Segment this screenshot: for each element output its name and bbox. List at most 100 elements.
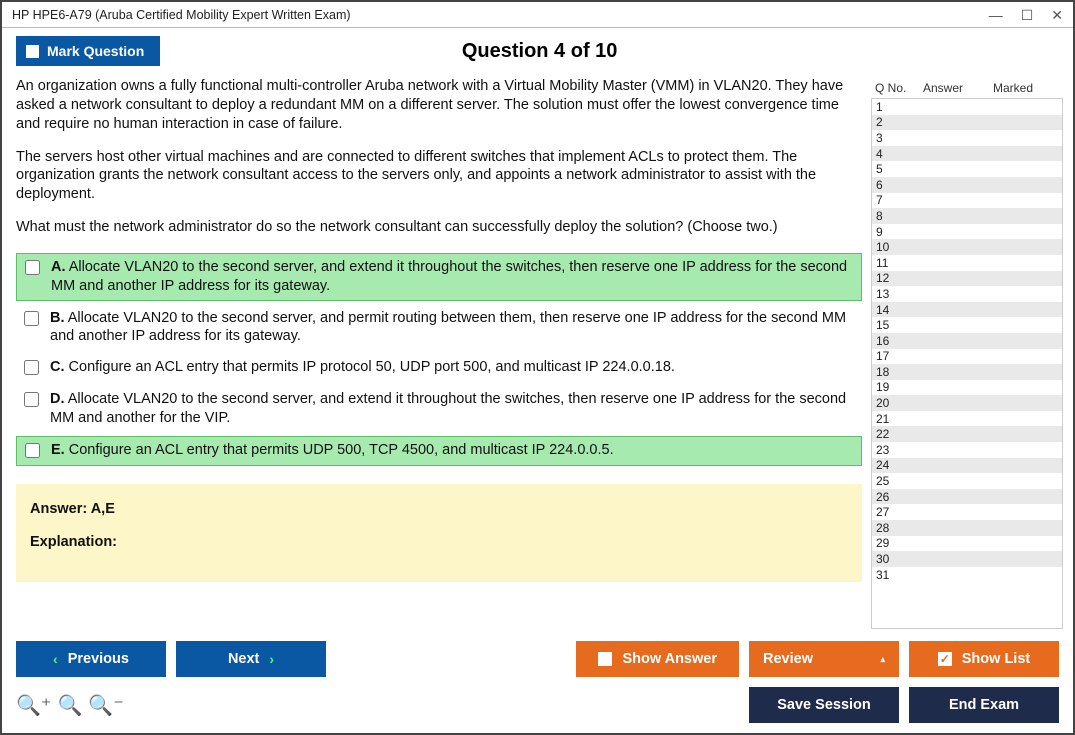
zoom-out-icon[interactable]: 🔍⁻ xyxy=(88,693,123,718)
row-qno: 4 xyxy=(876,147,924,161)
list-row[interactable]: 2 xyxy=(872,115,1062,131)
end-exam-button[interactable]: End Exam xyxy=(909,687,1059,723)
review-button[interactable]: Review ▴ xyxy=(749,641,899,677)
option-a[interactable]: A. Allocate VLAN20 to the second server,… xyxy=(16,253,862,301)
list-row[interactable]: 17 xyxy=(872,349,1062,365)
list-row[interactable]: 15 xyxy=(872,317,1062,333)
footer-row-1: ‹ Previous Next › Show Answer Review ▴ ✓… xyxy=(16,641,1059,677)
list-row[interactable]: 27 xyxy=(872,504,1062,520)
checkbox-checked-icon: ✓ xyxy=(938,652,952,666)
question-counter: Question 4 of 10 xyxy=(20,40,1059,63)
list-row[interactable]: 29 xyxy=(872,536,1062,552)
option-c[interactable]: C. Configure an ACL entry that permits I… xyxy=(16,354,862,382)
titlebar: HP HPE6-A79 (Aruba Certified Mobility Ex… xyxy=(2,2,1073,28)
list-row[interactable]: 8 xyxy=(872,208,1062,224)
list-row[interactable]: 26 xyxy=(872,489,1062,505)
option-checkbox[interactable] xyxy=(25,260,40,275)
option-text: B. Allocate VLAN20 to the second server,… xyxy=(50,309,856,347)
save-session-label: Save Session xyxy=(777,697,871,713)
list-row[interactable]: 24 xyxy=(872,458,1062,474)
chevron-right-icon: › xyxy=(269,651,274,667)
row-qno: 15 xyxy=(876,318,924,332)
zoom-in-icon[interactable]: 🔍⁺ xyxy=(16,693,51,718)
list-row[interactable]: 6 xyxy=(872,177,1062,193)
row-qno: 21 xyxy=(876,412,924,426)
list-row[interactable]: 22 xyxy=(872,426,1062,442)
review-label: Review xyxy=(763,651,813,667)
row-qno: 3 xyxy=(876,131,924,145)
show-list-button[interactable]: ✓ Show List xyxy=(909,641,1059,677)
row-qno: 20 xyxy=(876,396,924,410)
explanation-label: Explanation: xyxy=(30,533,848,552)
list-row[interactable]: 30 xyxy=(872,551,1062,567)
list-row[interactable]: 14 xyxy=(872,302,1062,318)
caret-down-icon: ▴ xyxy=(880,654,885,665)
show-answer-label: Show Answer xyxy=(622,651,717,667)
list-row[interactable]: 10 xyxy=(872,239,1062,255)
row-qno: 12 xyxy=(876,271,924,285)
zoom-reset-icon[interactable]: 🔍 xyxy=(57,693,82,718)
list-header: Q No. Answer Marked xyxy=(871,79,1063,99)
next-button[interactable]: Next › xyxy=(176,641,326,677)
list-row[interactable]: 12 xyxy=(872,271,1062,287)
row-qno: 23 xyxy=(876,443,924,457)
row-qno: 28 xyxy=(876,521,924,535)
row-qno: 26 xyxy=(876,490,924,504)
row-qno: 8 xyxy=(876,209,924,223)
row-qno: 29 xyxy=(876,536,924,550)
list-row[interactable]: 28 xyxy=(872,520,1062,536)
col-answer: Answer xyxy=(923,81,993,95)
minimize-icon[interactable]: — xyxy=(989,8,1003,22)
list-row[interactable]: 23 xyxy=(872,442,1062,458)
option-checkbox[interactable] xyxy=(24,311,39,326)
maximize-icon[interactable]: ☐ xyxy=(1021,8,1034,22)
list-row[interactable]: 9 xyxy=(872,224,1062,240)
row-qno: 18 xyxy=(876,365,924,379)
row-qno: 30 xyxy=(876,552,924,566)
option-b[interactable]: B. Allocate VLAN20 to the second server,… xyxy=(16,305,862,351)
show-answer-button[interactable]: Show Answer xyxy=(576,641,739,677)
option-checkbox[interactable] xyxy=(25,443,40,458)
list-row[interactable]: 4 xyxy=(872,146,1062,162)
list-row[interactable]: 19 xyxy=(872,380,1062,396)
list-row[interactable]: 18 xyxy=(872,364,1062,380)
list-row[interactable]: 5 xyxy=(872,161,1062,177)
list-row[interactable]: 31 xyxy=(872,567,1062,583)
list-row[interactable]: 7 xyxy=(872,193,1062,209)
option-checkbox[interactable] xyxy=(24,392,39,407)
list-row[interactable]: 21 xyxy=(872,411,1062,427)
window-controls: — ☐ ✕ xyxy=(989,8,1063,22)
list-row[interactable]: 11 xyxy=(872,255,1062,271)
option-checkbox[interactable] xyxy=(24,360,39,375)
list-row[interactable]: 1 xyxy=(872,99,1062,115)
close-icon[interactable]: ✕ xyxy=(1051,8,1063,22)
row-qno: 22 xyxy=(876,427,924,441)
list-row[interactable]: 13 xyxy=(872,286,1062,302)
header-row: Mark Question Question 4 of 10 xyxy=(2,28,1073,77)
option-d[interactable]: D. Allocate VLAN20 to the second server,… xyxy=(16,386,862,432)
previous-button[interactable]: ‹ Previous xyxy=(16,641,166,677)
list-row[interactable]: 3 xyxy=(872,130,1062,146)
col-marked: Marked xyxy=(993,81,1063,95)
row-qno: 13 xyxy=(876,287,924,301)
list-row[interactable]: 16 xyxy=(872,333,1062,349)
list-scroll[interactable]: 1234567891011121314151617181920212223242… xyxy=(872,99,1062,628)
checkbox-icon xyxy=(598,652,612,666)
save-session-button[interactable]: Save Session xyxy=(749,687,899,723)
stem-paragraph: What must the network administrator do s… xyxy=(16,218,862,237)
row-qno: 10 xyxy=(876,240,924,254)
app-window: HP HPE6-A79 (Aruba Certified Mobility Ex… xyxy=(0,0,1075,735)
option-text: C. Configure an ACL entry that permits I… xyxy=(50,358,675,377)
row-qno: 6 xyxy=(876,178,924,192)
stem-paragraph: An organization owns a fully functional … xyxy=(16,77,862,134)
row-qno: 17 xyxy=(876,349,924,363)
answer-box: Answer: A,E Explanation: xyxy=(16,484,862,582)
zoom-controls: 🔍⁺ 🔍 🔍⁻ xyxy=(16,693,124,718)
list-row[interactable]: 20 xyxy=(872,395,1062,411)
list-row[interactable]: 25 xyxy=(872,473,1062,489)
row-qno: 25 xyxy=(876,474,924,488)
chevron-left-icon: ‹ xyxy=(53,651,58,667)
option-e[interactable]: E. Configure an ACL entry that permits U… xyxy=(16,436,862,466)
option-text: E. Configure an ACL entry that permits U… xyxy=(51,441,614,460)
options-list: A. Allocate VLAN20 to the second server,… xyxy=(16,253,862,470)
